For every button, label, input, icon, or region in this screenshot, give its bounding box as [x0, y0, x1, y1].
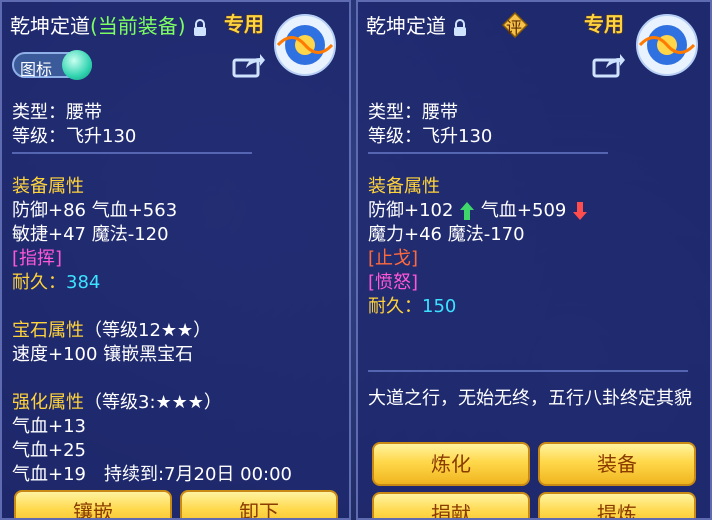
special-skill: [愤怒]: [368, 272, 419, 293]
equip-attr-line: 魔力+46 魔法-170: [368, 224, 525, 245]
item-title: 乾坤定道: [366, 10, 468, 39]
gem-detail: （等级12★★）: [84, 320, 212, 341]
durability: 耐久：384: [12, 268, 100, 294]
current-item-panel: 乾坤定道(当前装备) 专用 图标 类型：腰带 等级：飞升130 装备属性 防御+…: [0, 0, 351, 520]
rate-label: 评: [506, 18, 523, 37]
enhance-header-label: 强化属性: [12, 392, 84, 413]
equip-attr-header: 装备属性: [12, 176, 84, 197]
item-title: 乾坤定道(当前装备): [10, 10, 208, 39]
divider: [368, 370, 688, 372]
durability-value: 150: [422, 296, 457, 317]
exclusive-label: 专用: [224, 12, 264, 36]
enhance-attr-header: 强化属性（等级3:★★★）: [12, 388, 222, 414]
durability-label: 耐久：: [368, 296, 422, 317]
arrow-up-icon: [460, 202, 475, 220]
item-name: 乾坤定道: [366, 14, 446, 38]
special-skill: [指挥]: [12, 248, 63, 269]
gem-attr-line: 速度+100 镶嵌黑宝石: [12, 344, 194, 365]
defense-stat: 防御+102: [368, 200, 454, 221]
equip-attr-line: 防御+86 气血+563: [12, 200, 178, 221]
icon-toggle[interactable]: 图标: [12, 50, 92, 80]
inlay-button[interactable]: 镶嵌: [14, 490, 172, 518]
equip-attr-line: 防御+102 气血+509: [368, 196, 588, 222]
equip-button[interactable]: 装备: [538, 442, 696, 486]
share-icon[interactable]: [232, 52, 266, 78]
share-icon[interactable]: [592, 52, 626, 78]
durability-label: 耐久：: [12, 272, 66, 293]
compare-item-panel: 乾坤定道 评 专用 类型：腰带 等级：飞升130 装备属性 防御+102 气血+…: [356, 0, 712, 520]
item-description: 大道之行，无始无终，五行八卦终定其貌: [368, 388, 692, 409]
divider: [368, 152, 608, 154]
toggle-label: 图标: [20, 60, 53, 79]
refine-button[interactable]: 炼化: [372, 442, 530, 486]
item-type: 类型：腰带: [12, 102, 102, 123]
current-tag: (当前装备): [90, 14, 186, 38]
rate-icon[interactable]: 评: [501, 11, 529, 39]
extract-button[interactable]: 提炼: [538, 492, 696, 518]
item-level: 等级：飞升130: [368, 126, 493, 147]
lock-icon: [193, 18, 206, 36]
enhance-line: 气血+19 持续到:7月20日 00:00: [12, 464, 293, 485]
toggle-knob[interactable]: [62, 50, 92, 80]
item-level: 等级：飞升130: [12, 126, 137, 147]
special-skill: [止戈]: [368, 248, 419, 269]
item-type: 类型：腰带: [368, 102, 458, 123]
emblem-icon: [636, 14, 698, 76]
enhance-line: 气血+13: [12, 416, 86, 437]
durability-value: 384: [66, 272, 101, 293]
exclusive-label: 专用: [584, 12, 624, 36]
unequip-button[interactable]: 卸下: [180, 490, 338, 518]
gem-attr-header: 宝石属性（等级12★★）: [12, 316, 211, 342]
emblem-icon: [274, 14, 336, 76]
item-name: 乾坤定道: [10, 14, 90, 38]
donate-button[interactable]: 捐献: [372, 492, 530, 518]
lock-icon: [454, 18, 467, 36]
enhance-line: 气血+25: [12, 440, 86, 461]
equip-attr-line: 敏捷+47 魔法-120: [12, 224, 169, 245]
enhance-detail: （等级3:★★★）: [84, 392, 222, 413]
divider: [12, 152, 252, 154]
equip-attr-header: 装备属性: [368, 176, 440, 197]
durability: 耐久：150: [368, 292, 456, 318]
hp-stat: 气血+509: [480, 200, 567, 221]
gem-header-label: 宝石属性: [12, 320, 84, 341]
arrow-down-icon: [573, 202, 588, 220]
